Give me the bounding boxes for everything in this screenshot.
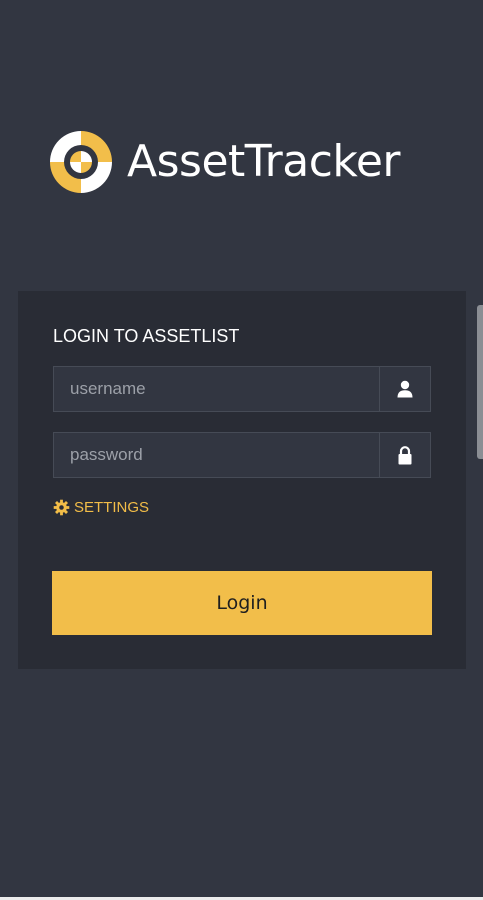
settings-link[interactable]: SETTINGS: [53, 499, 149, 516]
app-logo: AssetTracker: [43, 124, 401, 200]
password-field: [53, 432, 431, 478]
gear-icon: [53, 499, 70, 516]
app-name: AssetTracker: [127, 136, 401, 187]
password-input[interactable]: [54, 433, 379, 477]
login-page: AssetTracker LOGIN TO ASSETLIST username…: [0, 0, 483, 900]
lock-icon: [379, 433, 430, 477]
user-icon: [379, 367, 430, 411]
username-field: [53, 366, 431, 412]
settings-label: SETTINGS: [74, 499, 150, 516]
login-button[interactable]: Login: [52, 571, 432, 635]
login-card: LOGIN TO ASSETLIST username SETTINGS Log…: [18, 291, 466, 669]
target-logo-icon: [50, 131, 112, 193]
username-input[interactable]: [54, 367, 379, 411]
login-title: LOGIN TO ASSETLIST: [53, 326, 240, 346]
scrollbar-thumb[interactable]: [477, 305, 483, 459]
